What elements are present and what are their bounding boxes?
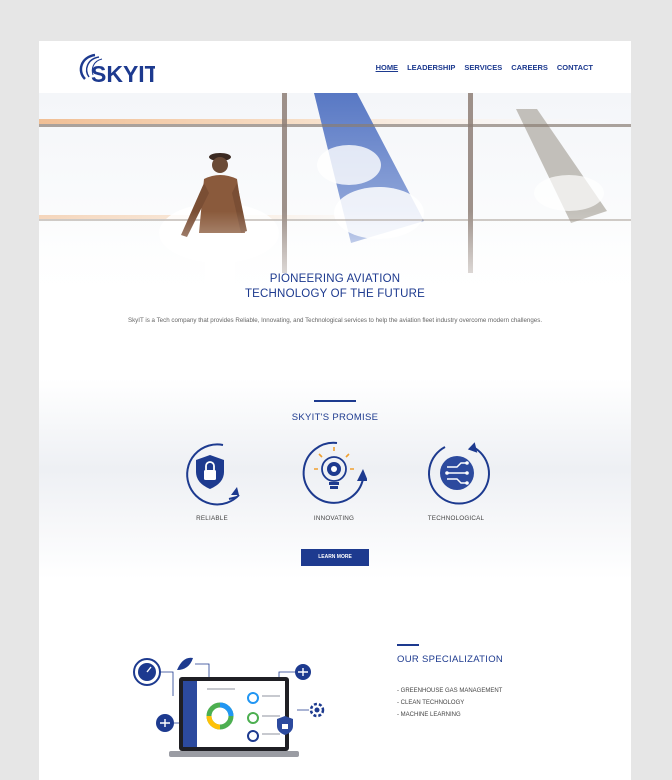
list-item: - CLEAN TECHNOLOGY	[397, 700, 465, 706]
nav-careers[interactable]: CAREERS	[511, 63, 548, 72]
specialization-list: - GREENHOUSE GAS MANAGEMENT - CLEAN TECH…	[397, 685, 502, 721]
list-item: - GREENHOUSE GAS MANAGEMENT	[397, 688, 503, 694]
nav-contact[interactable]: CONTACT	[557, 63, 593, 72]
specialization-divider	[397, 644, 419, 646]
logo-text: SKYIT	[91, 61, 155, 87]
nav-leadership[interactable]: LEADERSHIP	[407, 63, 455, 72]
shield-lock-icon	[186, 443, 240, 506]
promise-divider	[314, 400, 356, 402]
main-menu: HOME LEADERSHIP SERVICES CAREERS CONTACT	[376, 63, 593, 72]
feature-label-reliable: RELIABLE	[196, 515, 228, 522]
nav-home[interactable]: HOME	[376, 63, 399, 72]
laptop-dashboard-illustration	[133, 657, 325, 757]
list-item: - MACHINE LEARNING	[397, 712, 461, 718]
hero-title: PIONEERING AVIATION TECHNOLOGY OF THE FU…	[39, 272, 631, 302]
feature-technological: TECHNOLOGICAL	[416, 439, 496, 522]
hero-description: SkyIT is a Tech company that provides Re…	[127, 317, 543, 324]
circuit-icon	[428, 442, 490, 505]
specialization-title: OUR SPECIALIZATION	[397, 654, 504, 665]
feature-label-innovating: INNOVATING	[313, 515, 355, 522]
lightbulb-gear-icon	[302, 441, 367, 504]
feature-reliable: RELIABLE	[172, 439, 252, 522]
learn-more-button[interactable]: LEARN MORE	[301, 549, 369, 566]
skyit-logo[interactable]: SKYIT	[75, 51, 155, 87]
website-page: SKYIT HOME LEADERSHIP SERVICES CAREERS C…	[39, 41, 631, 780]
header-nav: SKYIT HOME LEADERSHIP SERVICES CAREERS C…	[39, 41, 631, 93]
feature-innovating: INNOVATING	[294, 439, 374, 522]
hero-title-line-2: TECHNOLOGY OF THE FUTURE	[244, 288, 426, 300]
nav-services[interactable]: SERVICES	[464, 63, 502, 72]
feature-label-technological: TECHNOLOGICAL	[427, 515, 485, 522]
promise-title: SKYIT'S PROMISE	[291, 412, 379, 423]
hero-title-line-1: PIONEERING AVIATION	[269, 273, 401, 285]
